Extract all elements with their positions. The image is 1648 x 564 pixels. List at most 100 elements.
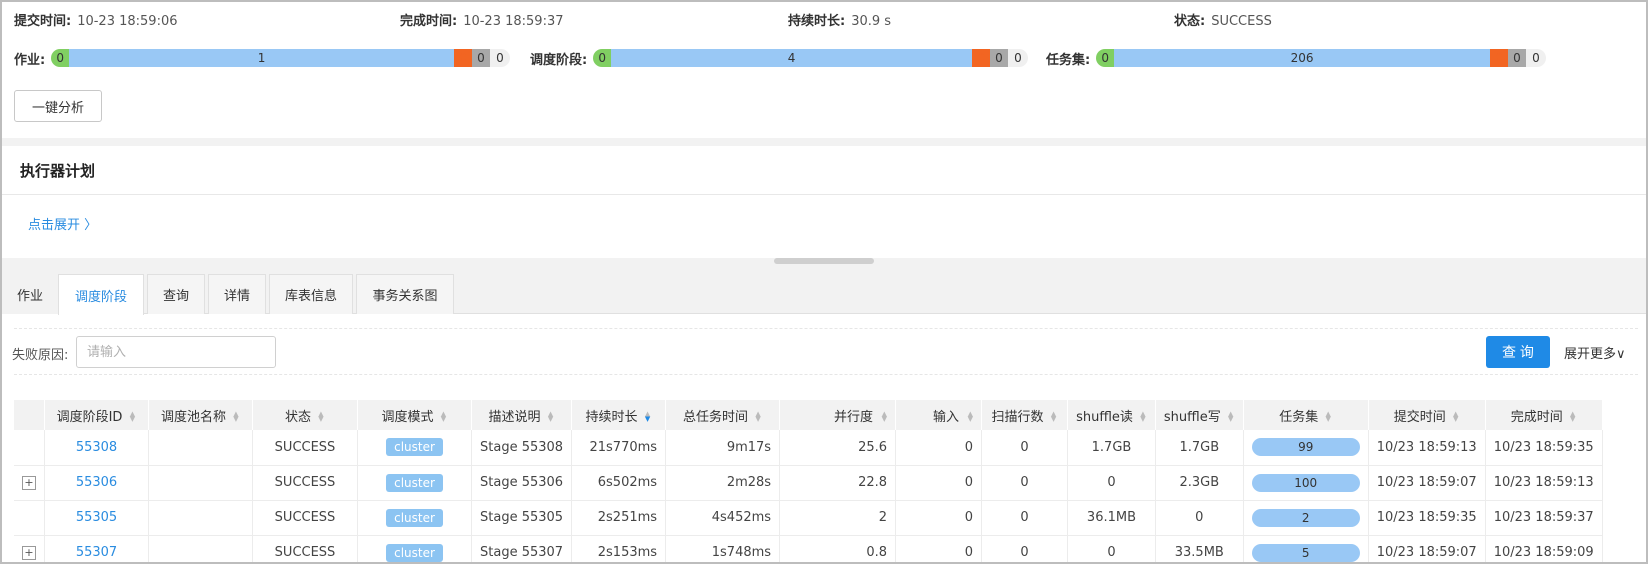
taskset-progress-failed: 0: [1490, 49, 1508, 67]
col-shuffle-read[interactable]: shuffle读 ▲ ▼: [1067, 400, 1156, 430]
pool-name-cell: [148, 500, 253, 536]
total-time-cell: 9m17s: [665, 430, 781, 466]
duration-cell: 21s770ms: [571, 430, 667, 466]
tab-transaction-graph[interactable]: 事务关系图: [356, 274, 454, 314]
expand-row-icon[interactable]: +: [22, 476, 36, 490]
query-button[interactable]: 查 询: [1486, 336, 1550, 368]
col-shuffle-write-label: shuffle写: [1163, 409, 1221, 425]
tab-stages[interactable]: 调度阶段: [58, 274, 144, 315]
table-row: 55305 SUCCESS cluster Stage 55305 2s251m…: [14, 500, 1603, 536]
col-status-label: 状态: [284, 409, 311, 425]
job-progress-failed: 0: [454, 49, 472, 67]
sort-icon: ▲ ▼: [1570, 410, 1576, 423]
tab-details[interactable]: 详情: [208, 274, 266, 314]
row-expand-cell: [14, 500, 45, 536]
job-progress-succeeded: 0: [51, 49, 70, 67]
tasks-bar: 99: [1251, 438, 1360, 457]
stage-id-link[interactable]: 55306: [76, 475, 117, 490]
col-finish-time[interactable]: 完成时间 ▲ ▼: [1485, 400, 1603, 430]
sort-icon: ▲ ▼: [1140, 410, 1146, 423]
col-stage-id-label: 调度阶段ID: [56, 409, 123, 425]
finish-time-label: 完成时间:: [400, 14, 458, 29]
stage-progress: 调度阶段: 0 4 0 0 0: [530, 48, 1028, 68]
col-shuffle-write[interactable]: shuffle写 ▲ ▼: [1155, 400, 1244, 430]
col-total-task-time[interactable]: 总任务时间 ▲ ▼: [665, 400, 781, 430]
taskset-progress-succeeded: 0: [1096, 49, 1115, 67]
taskset-progress: 任务集: 0 206 0 0 0: [1046, 48, 1546, 68]
row-expand-cell: [14, 430, 45, 466]
job-progress: 作业: 0 1 0 0 0: [14, 48, 510, 68]
stage-id-link[interactable]: 55308: [76, 440, 117, 455]
description-cell: Stage 55307: [471, 535, 573, 562]
job-summary: 提交时间: 10-23 18:59:06 完成时间: 10-23 18:59:37 …: [14, 10, 1634, 30]
tab-bar: 作业 调度阶段 查询 详情 库表信息 事务关系图: [2, 274, 1646, 315]
tab-query[interactable]: 查询: [147, 274, 205, 314]
sort-icon: ▲ ▼: [129, 410, 136, 423]
col-pool-name[interactable]: 调度池名称 ▲ ▼: [148, 400, 253, 430]
expand-executor-link[interactable]: 点击展开 〉: [28, 214, 97, 233]
finish-time: 完成时间: 10-23 18:59:37: [400, 10, 564, 29]
col-stage-id[interactable]: 调度阶段ID ▲ ▼: [44, 400, 149, 430]
sort-icon: ▲ ▼: [755, 410, 761, 423]
total-time-cell: 1s748ms: [665, 535, 781, 562]
col-tasks[interactable]: 任务集 ▲ ▼: [1243, 400, 1369, 430]
tab-job[interactable]: 作业: [2, 274, 58, 314]
col-input-label: 输入: [933, 409, 960, 425]
table-row: + 55307 SUCCESS cluster Stage 55307 2s15…: [14, 535, 1603, 562]
parallelism-cell: 22.8: [779, 465, 897, 501]
col-scan-rows[interactable]: 扫描行数 ▲ ▼: [981, 400, 1069, 430]
pool-name-cell: [148, 465, 253, 501]
scan-rows-cell: 0: [981, 535, 1069, 562]
sort-icon: ▲ ▼: [547, 410, 554, 423]
expand-more-toggle[interactable]: 展开更多∨: [1564, 343, 1626, 362]
sort-icon: ▲ ▼: [1050, 410, 1057, 423]
input-cell: 0: [895, 430, 983, 466]
taskset-progress-label: 任务集:: [1046, 52, 1091, 68]
taskset-progress-running: 206: [1114, 49, 1490, 67]
stage-id-link[interactable]: 55307: [76, 545, 117, 560]
status-cell: SUCCESS: [252, 430, 358, 466]
sort-icon: ▲ ▼: [1228, 410, 1234, 423]
failure-reason-input[interactable]: [76, 336, 276, 368]
shuffle-read-cell: 0: [1067, 535, 1156, 562]
parallelism-cell: 0.8: [779, 535, 897, 562]
total-time-cell: 4s452ms: [665, 500, 781, 536]
col-finish-time-label: 完成时间: [1510, 409, 1563, 425]
executor-plan-title: 执行器计划: [20, 162, 96, 180]
col-duration[interactable]: 持续时长 ▲ ▼: [571, 400, 667, 430]
col-parallelism-label: 并行度: [834, 409, 874, 425]
description-cell: Stage 55305: [471, 500, 573, 536]
status-cell: SUCCESS: [252, 465, 358, 501]
col-duration-label: 持续时长: [585, 409, 638, 425]
expand-row-icon[interactable]: +: [22, 546, 36, 560]
shuffle-write-cell: 33.5MB: [1155, 535, 1244, 562]
col-parallelism[interactable]: 并行度 ▲ ▼: [779, 400, 897, 430]
section-divider: [2, 138, 1646, 146]
col-input[interactable]: 输入 ▲ ▼: [895, 400, 983, 430]
finish-time-cell: 10/23 18:59:37: [1485, 500, 1603, 536]
col-submit-time[interactable]: 提交时间 ▲ ▼: [1368, 400, 1486, 430]
submit-time-cell: 10/23 18:59:07: [1368, 535, 1486, 562]
tasks-bar: 5: [1251, 543, 1360, 562]
parallelism-cell: 25.6: [779, 430, 897, 466]
col-scan-rows-label: 扫描行数: [991, 409, 1044, 425]
duration: 持续时长: 30.9 s: [788, 10, 891, 29]
stage-progress-succeeded: 0: [593, 49, 612, 67]
description-cell: Stage 55308: [471, 430, 573, 466]
col-pool-name-label: 调度池名称: [160, 409, 226, 425]
col-status[interactable]: 状态 ▲ ▼: [252, 400, 358, 430]
tab-table-info[interactable]: 库表信息: [269, 274, 353, 314]
tasks-bar: 100: [1251, 473, 1360, 492]
stage-progress-pending: 0: [1008, 49, 1028, 67]
shuffle-read-cell: 36.1MB: [1067, 500, 1156, 536]
duration-cell: 2s153ms: [571, 535, 667, 562]
mode-badge: cluster: [386, 473, 443, 492]
col-mode[interactable]: 调度模式 ▲ ▼: [357, 400, 472, 430]
one-click-analyze-button[interactable]: 一键分析: [14, 90, 102, 122]
resize-handle[interactable]: [774, 258, 874, 264]
parallelism-cell: 2: [779, 500, 897, 536]
col-description[interactable]: 描述说明 ▲ ▼: [471, 400, 573, 430]
job-progress-pending: 0: [490, 49, 510, 67]
sort-icon: ▲ ▼: [233, 410, 239, 423]
stage-id-link[interactable]: 55305: [76, 510, 117, 525]
